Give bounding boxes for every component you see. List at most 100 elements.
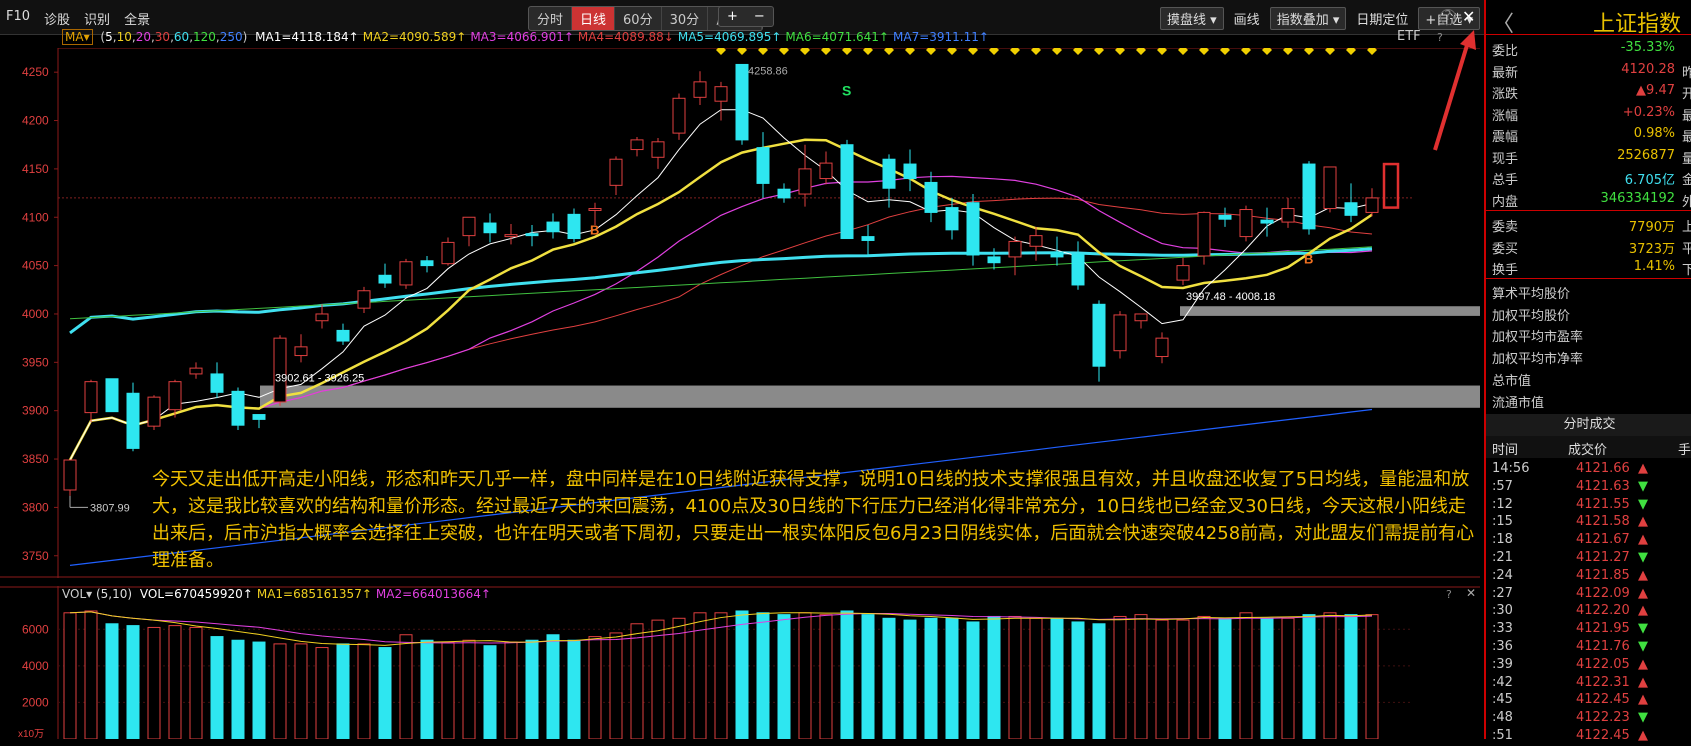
toolbar-tool[interactable]: 指数叠加 ▾	[1269, 7, 1347, 30]
toolbar-link[interactable]: 识别	[84, 9, 110, 28]
toolbar-link[interactable]: 全景	[124, 9, 150, 28]
signal-diamond	[1304, 48, 1314, 55]
toolbar-link[interactable]: F10	[6, 9, 30, 28]
candle	[630, 139, 644, 151]
signal-diamond	[905, 48, 915, 55]
volume-bar	[273, 643, 287, 739]
tick-price: 4121.66	[1576, 461, 1630, 476]
volume-bar	[189, 626, 203, 739]
toolbar-link[interactable]: 诊股	[44, 9, 70, 28]
volume-bar	[441, 641, 455, 739]
candle	[966, 202, 980, 256]
period-tab[interactable]: 日线	[572, 7, 616, 30]
low-price-label: 3807.99	[90, 502, 130, 514]
candle	[1260, 219, 1274, 224]
col-price: 成交价	[1568, 443, 1608, 458]
indicator-item: 总市值	[1492, 373, 1532, 389]
ma-param: 60	[173, 30, 190, 44]
order-value: 3723万	[1628, 241, 1675, 257]
candle	[1050, 251, 1064, 258]
help-icon[interactable]: ?	[1440, 9, 1456, 25]
y-tick-label: 4050	[22, 259, 49, 273]
ma-dropdown-button[interactable]: MA▾	[62, 29, 93, 45]
candle	[1344, 202, 1358, 216]
vol-tick-label: 2000	[22, 695, 49, 709]
signal-diamond	[821, 48, 831, 55]
quote-value: 6.705亿	[1624, 173, 1675, 188]
order-value: 1.41%	[1633, 259, 1675, 274]
signal-diamond	[800, 48, 810, 55]
signal-diamond	[1199, 48, 1209, 55]
quote-value: 346334192	[1600, 190, 1675, 206]
volume-bar	[336, 643, 350, 739]
quote-key: 震幅	[1492, 130, 1519, 145]
ma-value: MA7=3911.11↑	[893, 30, 989, 44]
etf-toggle[interactable]: ETF	[1397, 29, 1421, 44]
order-key: 换手	[1492, 263, 1519, 278]
order-row: 委卖 7790万上	[1492, 214, 1691, 236]
zoom-out-button[interactable]: −	[746, 7, 773, 26]
candle	[546, 221, 560, 233]
signal-diamond	[1220, 48, 1230, 55]
candle	[819, 162, 833, 180]
tick-direction: ▼	[1638, 710, 1648, 726]
candle	[714, 86, 728, 102]
toolbar-tool[interactable]: 摸盘线 ▾	[1160, 7, 1224, 30]
tick-trades-title[interactable]: 分时成交	[1486, 414, 1691, 436]
quote-row: 内盘 346334192 外	[1492, 189, 1691, 211]
signal-diamond	[947, 48, 957, 55]
period-tab[interactable]: 60分	[615, 7, 662, 30]
candle	[336, 329, 350, 342]
volume-bar	[504, 641, 518, 739]
tick-row: :39 4122.05 ▲	[1486, 657, 1691, 675]
tick-time: :12	[1492, 496, 1513, 512]
signal-diamond	[1136, 48, 1146, 55]
tick-time: :45	[1492, 692, 1513, 708]
signal-diamond	[1178, 48, 1188, 55]
candle	[1323, 166, 1337, 210]
candle	[525, 233, 539, 237]
volume-bar	[819, 614, 833, 739]
tick-time: :27	[1492, 585, 1513, 601]
signal-diamond	[1283, 48, 1293, 55]
candle	[924, 181, 938, 213]
volume-bar	[567, 639, 581, 739]
quote-extra: 量	[1681, 151, 1691, 167]
buy-signal: B	[1304, 252, 1313, 267]
tick-row: :48 4122.23 ▼	[1486, 710, 1691, 728]
volume-bar	[462, 639, 476, 739]
candle	[1197, 211, 1211, 257]
candle	[1155, 337, 1169, 358]
quote-row: 震幅 0.98% 最	[1492, 124, 1691, 146]
order-key: 委卖	[1492, 220, 1519, 235]
candle	[462, 216, 476, 237]
candle	[1008, 240, 1022, 258]
sell-signal: S	[842, 82, 851, 98]
quote-extra: 外	[1681, 194, 1691, 210]
period-tab[interactable]: 30分	[662, 7, 709, 30]
signal-diamond	[1094, 48, 1104, 55]
volume-chart[interactable]: 6000 4000 2000 x10万	[0, 586, 1480, 739]
tick-direction: ▲	[1638, 603, 1648, 619]
tool-links: F10 诊股 识别 全景	[6, 9, 150, 28]
volume-bar	[840, 610, 854, 739]
quote-value: 2526877	[1617, 147, 1675, 163]
volume-bar	[1344, 614, 1358, 739]
ma-params: 5,10,20,30,60,120,250	[105, 30, 243, 44]
volume-bar	[399, 634, 413, 739]
quote-value: 0.98%	[1633, 126, 1675, 141]
candle	[588, 208, 602, 211]
toolbar-tool[interactable]: 日期定位	[1352, 7, 1412, 30]
period-tab[interactable]: 分时	[529, 7, 573, 30]
close-icon[interactable]: ✕	[1462, 7, 1475, 26]
candle	[903, 163, 917, 180]
candle	[609, 158, 623, 186]
volume-bar	[1218, 617, 1232, 739]
tick-direction: ▲	[1638, 532, 1648, 548]
zoom-in-button[interactable]: +	[719, 7, 746, 26]
toolbar-tool[interactable]: 画线	[1230, 7, 1264, 30]
volume-bar	[714, 612, 728, 739]
signal-diamond	[863, 48, 873, 55]
y-tick-label: 3900	[22, 404, 49, 418]
quote-key: 现手	[1492, 151, 1519, 167]
